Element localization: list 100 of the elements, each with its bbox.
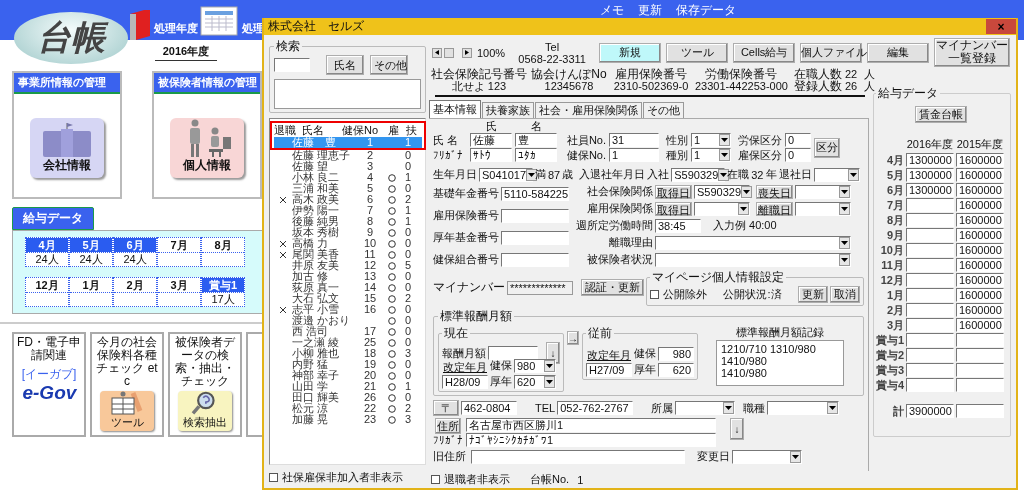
tab[interactable]: 扶養家族 bbox=[482, 102, 534, 118]
toolbar-button[interactable]: マイナンバー一覧登録 bbox=[934, 38, 1011, 67]
copy-button[interactable]: → bbox=[567, 331, 579, 345]
menu-button[interactable]: 会社情報 bbox=[30, 118, 104, 178]
previous-button[interactable] bbox=[432, 47, 442, 58]
amount-field[interactable] bbox=[956, 333, 1004, 347]
list-row[interactable]: 尾関 美香 11 0 bbox=[274, 249, 422, 260]
month-header[interactable]: 12月 bbox=[26, 278, 68, 292]
month-header[interactable]: 2月 bbox=[114, 278, 156, 292]
amount-field[interactable]: 1600000 bbox=[956, 318, 1004, 332]
menu-button[interactable]: ツール bbox=[100, 391, 154, 431]
text-field[interactable]: ﾕﾀｶ bbox=[515, 148, 557, 162]
list-row[interactable]: 加藤 晃 23 3 bbox=[274, 414, 422, 425]
checkbox[interactable] bbox=[431, 475, 440, 484]
text-field[interactable]: 豊 bbox=[515, 133, 557, 147]
menu-button[interactable]: 検索抽出 bbox=[178, 391, 232, 431]
text-field[interactable]: 38:45 bbox=[655, 218, 701, 233]
list-row[interactable]: 松元 涼 22 2 bbox=[274, 403, 422, 414]
text-field[interactable]: 0 bbox=[785, 133, 811, 147]
text-field[interactable]: 462-0804 bbox=[461, 401, 517, 415]
list-row[interactable]: 加古 修 13 0 bbox=[274, 271, 422, 282]
text-field[interactable]: 5110-584225 bbox=[501, 186, 569, 201]
list-row[interactable]: 荻原 真一 14 0 bbox=[274, 282, 422, 293]
list-row[interactable]: 山田 学 21 1 bbox=[274, 381, 422, 392]
list-row[interactable]: 神部 幸子 20 0 bbox=[274, 370, 422, 381]
list-row[interactable]: 佐藤 望 3 0 bbox=[274, 161, 422, 172]
amount-field[interactable]: 1300000 bbox=[906, 183, 954, 197]
toolbar-button[interactable]: 編集 bbox=[867, 42, 930, 63]
dropdown-field[interactable] bbox=[655, 235, 851, 250]
date-button[interactable]: 喪失日 bbox=[756, 184, 793, 199]
text-field[interactable]: 052-762-2767 bbox=[557, 401, 634, 415]
dropdown-field[interactable]: 1 bbox=[691, 148, 731, 162]
toolbar-button[interactable]: ツール bbox=[666, 42, 729, 63]
text-field[interactable]: 0 bbox=[785, 148, 811, 162]
amount-field[interactable]: 1600000 bbox=[956, 198, 1004, 212]
date-button[interactable]: 取得日 bbox=[655, 184, 692, 199]
down-button[interactable]: ↓ bbox=[730, 418, 744, 440]
text-field[interactable]: ﾅｺﾞﾔｼﾆｼｸｶﾁｶﾞﾜ1 bbox=[466, 433, 716, 447]
amount-field[interactable]: 1300000 bbox=[906, 168, 954, 182]
date-button[interactable]: 取得日 bbox=[655, 201, 692, 216]
list-row[interactable]: 小柳 雅也 18 3 bbox=[274, 348, 422, 359]
month-header[interactable]: 8月 bbox=[202, 238, 244, 252]
month-header[interactable]: 7月 bbox=[158, 238, 200, 252]
tab[interactable]: 社会・雇用保険関係 bbox=[535, 102, 642, 118]
dropdown-field[interactable] bbox=[655, 252, 851, 267]
dropdown-field[interactable] bbox=[694, 201, 750, 216]
list-row[interactable]: 田口 輝美 26 0 bbox=[274, 392, 422, 403]
result-field[interactable] bbox=[274, 79, 421, 109]
text-field[interactable]: 1 bbox=[609, 148, 659, 162]
search-button[interactable]: 氏名 bbox=[326, 55, 364, 75]
amount-field[interactable] bbox=[906, 288, 954, 302]
list-row[interactable]: 大石 弘文 15 2 bbox=[274, 293, 422, 304]
list-row[interactable]: 井原 友美 12 5 bbox=[274, 260, 422, 271]
list-row[interactable]: 高木 政美 6 2 bbox=[274, 194, 422, 205]
close-button[interactable]: × bbox=[986, 19, 1016, 34]
tab[interactable]: その他 bbox=[643, 102, 684, 118]
amount-field[interactable]: 1600000 bbox=[956, 183, 1004, 197]
text-field[interactable]: 980 bbox=[658, 346, 694, 361]
date-button[interactable]: 離職日 bbox=[756, 201, 793, 216]
text-field[interactable]: 名古屋市西区勝川1 bbox=[466, 418, 716, 432]
toolbar-button[interactable]: 新規 bbox=[599, 42, 662, 63]
list-row[interactable]: 渡邉 かおり 0 bbox=[274, 315, 422, 326]
month-header[interactable]: 6月 bbox=[114, 238, 156, 252]
amount-field[interactable] bbox=[906, 243, 954, 257]
amount-field[interactable]: 1600000 bbox=[956, 243, 1004, 257]
text-field[interactable]: ｻﾄｳ bbox=[470, 148, 512, 162]
amount-field[interactable]: 1600000 bbox=[956, 153, 1004, 167]
amount-field[interactable]: 1600000 bbox=[956, 258, 1004, 272]
search-button[interactable]: その他 bbox=[370, 55, 408, 75]
text-field[interactable]: H28/09 bbox=[442, 375, 488, 389]
division-button[interactable]: 区分 bbox=[814, 137, 840, 158]
dropdown-field[interactable] bbox=[795, 184, 851, 199]
list-row[interactable]: 志平 小雪 16 0 bbox=[274, 304, 422, 315]
text-field[interactable] bbox=[501, 230, 569, 245]
list-row[interactable]: 内野 猛 19 0 bbox=[274, 359, 422, 370]
text-field[interactable] bbox=[488, 346, 538, 360]
dropdown-field[interactable] bbox=[732, 449, 802, 464]
text-field[interactable]: 620 bbox=[658, 362, 694, 377]
amount-field[interactable] bbox=[956, 363, 1004, 377]
amount-field[interactable]: 3900000 bbox=[906, 404, 954, 418]
month-header[interactable]: 5月 bbox=[70, 238, 112, 252]
list-row[interactable]: 一之瀬 綾 25 0 bbox=[274, 337, 422, 348]
dropdown-field[interactable] bbox=[795, 201, 851, 216]
next-button[interactable] bbox=[462, 47, 472, 58]
dropdown-field[interactable]: S590329 bbox=[671, 167, 726, 182]
list-row[interactable]: 高橋 力 10 0 bbox=[274, 238, 422, 249]
amount-field[interactable] bbox=[906, 333, 954, 347]
dropdown-field[interactable]: 620 bbox=[514, 374, 556, 389]
dropdown-field[interactable]: 1 bbox=[691, 133, 731, 147]
month-header[interactable]: 4月 bbox=[26, 238, 68, 252]
toolbar-button[interactable]: Cells給与 bbox=[733, 42, 796, 63]
month-header[interactable]: 3月 bbox=[158, 278, 200, 292]
amount-field[interactable] bbox=[906, 258, 954, 272]
tile-card[interactable]: FD・電子申請関連 [イーガブ] e-Gov bbox=[12, 332, 86, 437]
address-button[interactable]: 住所 bbox=[435, 418, 461, 434]
amount-field[interactable] bbox=[906, 213, 954, 227]
text-field[interactable]: 31 bbox=[609, 133, 659, 147]
list-row[interactable]: 佐藤 理恵子 2 0 bbox=[274, 150, 422, 161]
text-field[interactable]: 佐藤 bbox=[470, 133, 512, 147]
record-field[interactable]: 1210/710 1310/980 1410/980 1410/980 bbox=[716, 340, 844, 386]
